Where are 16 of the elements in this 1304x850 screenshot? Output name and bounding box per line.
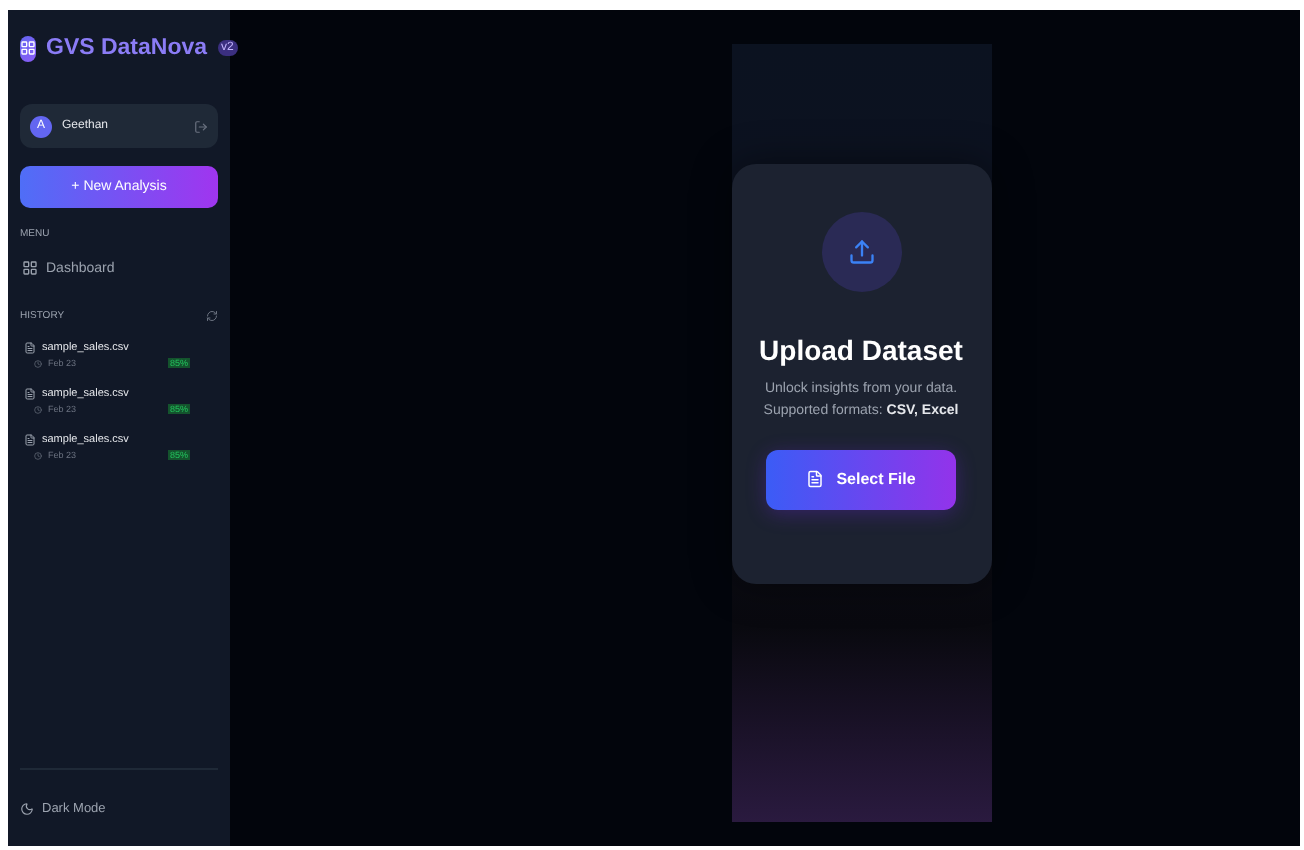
- file-icon: [24, 388, 36, 400]
- grid-icon: [22, 260, 38, 276]
- file-icon: [806, 470, 825, 488]
- upload-title: Upload Dataset: [759, 333, 963, 365]
- clock-icon: [34, 451, 42, 459]
- select-file-button[interactable]: Select File: [766, 449, 956, 509]
- refresh-icon[interactable]: [206, 310, 218, 322]
- clock-icon: [34, 359, 42, 367]
- brand-name: GVS DataNova: [46, 36, 208, 60]
- file-icon: [24, 434, 36, 446]
- file-icon: [24, 342, 36, 354]
- grid-icon: [20, 35, 36, 61]
- upload-icon: [847, 237, 875, 265]
- clock-icon: [34, 405, 42, 413]
- moon-icon: [20, 801, 34, 815]
- logout-icon[interactable]: [194, 119, 208, 133]
